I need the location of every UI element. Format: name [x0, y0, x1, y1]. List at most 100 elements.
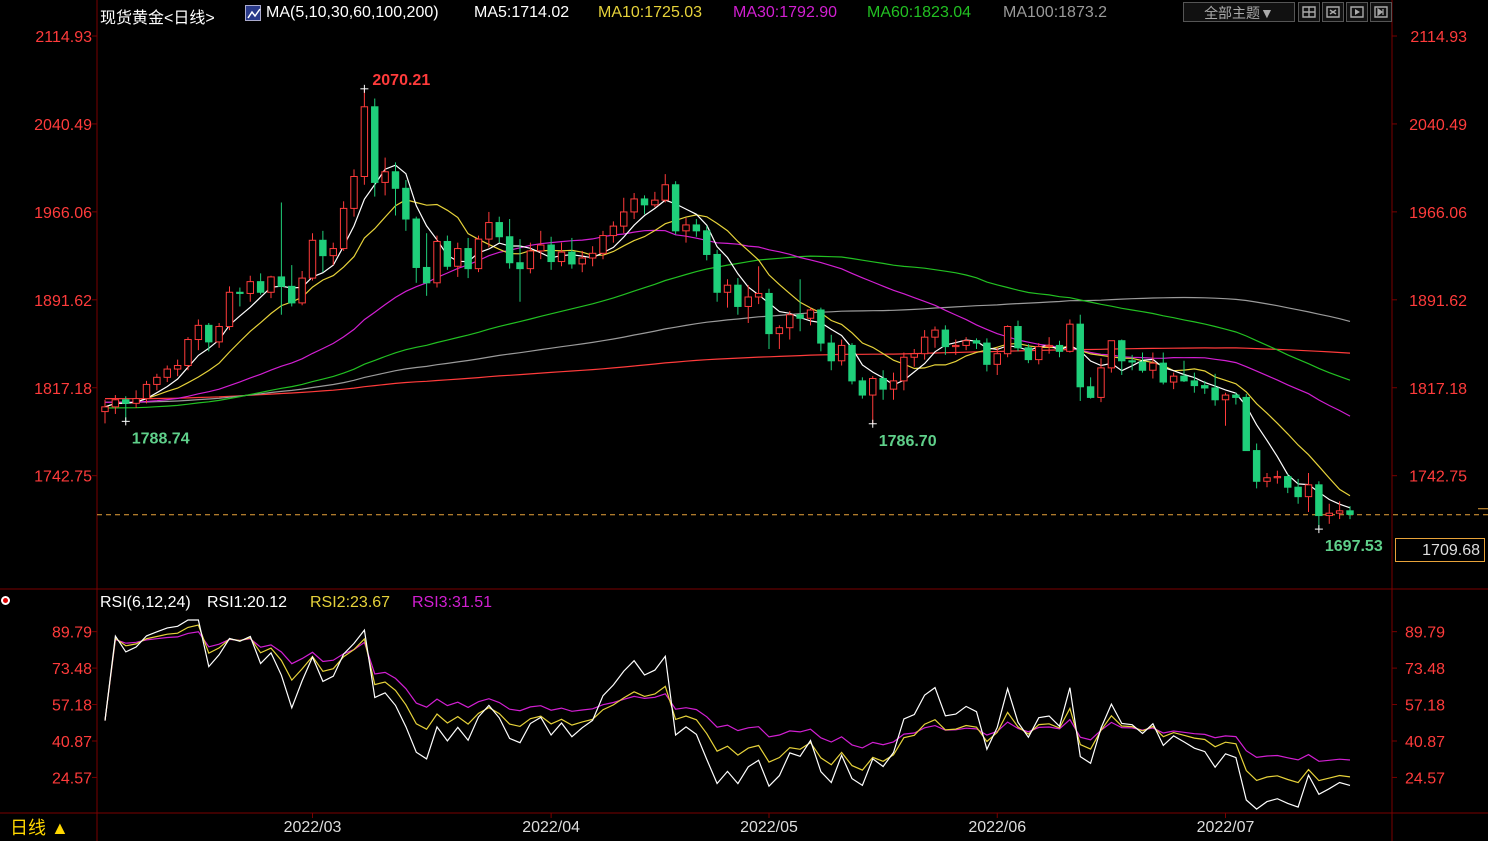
- candle: [796, 279, 804, 332]
- candle: [1346, 506, 1354, 520]
- price-tick-label-right: 1817.18: [1409, 381, 1467, 398]
- rsi1-value: RSI1:20.12: [207, 594, 288, 611]
- candle-body: [1097, 367, 1105, 398]
- ma-indicator-icon[interactable]: [245, 5, 261, 21]
- candle: [578, 250, 586, 273]
- ma100-value: MA100:1873.2: [1003, 4, 1108, 21]
- candle-body: [972, 340, 981, 344]
- candle-body: [1242, 396, 1250, 452]
- candle-body: [173, 365, 182, 370]
- candle: [671, 181, 680, 235]
- candle: [775, 325, 784, 349]
- candle: [1035, 343, 1043, 365]
- theme-dropdown[interactable]: 全部主题▼: [1183, 2, 1295, 22]
- candle-body: [464, 248, 472, 270]
- candle: [869, 376, 877, 424]
- candle-body: [516, 262, 524, 270]
- rsi1-line: [104, 619, 1351, 810]
- candle: [194, 319, 203, 351]
- candle: [1252, 443, 1261, 489]
- candle-body: [433, 240, 441, 284]
- candle-body: [1024, 347, 1033, 361]
- instrument-title[interactable]: 现货黄金<日线>: [100, 4, 215, 28]
- candle: [1169, 372, 1178, 390]
- candle-body: [1190, 380, 1199, 387]
- candle: [381, 157, 389, 196]
- candle-body: [101, 406, 109, 413]
- candle-body: [837, 344, 846, 362]
- price-tick-label-left: 1891.62: [34, 293, 92, 310]
- rsi-tick-label-right: 57.18: [1405, 698, 1445, 715]
- price-tick-label-right: 2040.49: [1409, 117, 1467, 134]
- candle: [101, 399, 109, 424]
- candle-body: [692, 224, 701, 232]
- candle: [173, 359, 182, 377]
- candle-body: [505, 236, 514, 264]
- candle-body: [1086, 386, 1095, 398]
- candle-body: [1014, 326, 1022, 349]
- candle-body: [588, 252, 597, 259]
- rsi-tick-label-left: 73.48: [52, 661, 92, 678]
- expand-icon[interactable]: [1322, 2, 1344, 22]
- candle-body: [391, 171, 400, 189]
- candle: [620, 197, 628, 234]
- candle: [443, 235, 452, 270]
- candle-body: [1159, 362, 1167, 383]
- candle-body: [1294, 486, 1302, 498]
- rsi3-value: RSI3:31.51: [412, 594, 493, 611]
- candle-body: [1221, 394, 1230, 401]
- price-tick-label-left: 1742.75: [34, 469, 92, 486]
- candle-body: [339, 207, 348, 250]
- candle-body: [1149, 362, 1157, 371]
- candle-body: [869, 378, 877, 396]
- candle: [1315, 481, 1323, 530]
- ma-label: MA(5,10,30,60,100,200): [266, 4, 439, 21]
- candle: [1273, 470, 1282, 484]
- candle-body: [599, 235, 607, 254]
- candle-body: [1107, 340, 1116, 369]
- rsi-settings-icon[interactable]: [1, 596, 10, 605]
- candle: [1325, 503, 1333, 524]
- candle: [422, 233, 431, 296]
- candle-body: [1232, 394, 1240, 398]
- candle: [1066, 319, 1074, 353]
- candle: [879, 370, 887, 400]
- next-icon[interactable]: [1370, 2, 1392, 22]
- candle: [889, 372, 898, 400]
- candle: [1076, 314, 1084, 401]
- ma-icon-glyph: [247, 8, 261, 19]
- candle: [454, 242, 462, 277]
- candle: [1149, 352, 1157, 379]
- period-button[interactable]: 日线 ▲: [0, 815, 95, 841]
- candle-body: [1315, 484, 1323, 517]
- candle-body: [1045, 344, 1053, 348]
- play-icon-glyph: [1350, 6, 1364, 18]
- candle: [962, 337, 970, 351]
- play-icon[interactable]: [1346, 2, 1368, 22]
- candle-body: [827, 342, 835, 362]
- candle: [433, 235, 441, 288]
- candle-body: [1128, 360, 1136, 363]
- candle: [464, 237, 472, 279]
- candle: [920, 330, 929, 360]
- candle: [1190, 372, 1199, 393]
- candle: [682, 217, 690, 243]
- high-annotation: 2070.21: [372, 72, 430, 89]
- candle: [661, 174, 669, 203]
- candle-body: [1138, 361, 1147, 371]
- candle-body: [931, 329, 939, 338]
- candle: [1335, 501, 1344, 520]
- rsi-tick-label-left: 24.57: [52, 770, 92, 787]
- candle: [972, 338, 981, 349]
- candle: [1107, 340, 1116, 373]
- candle-body: [1335, 510, 1344, 514]
- candle-body: [360, 106, 369, 177]
- grid-icon[interactable]: [1298, 2, 1320, 22]
- chart-canvas[interactable]: 2114.93 2114.93 2040.49 2040.49 1966.06 1966.…: [0, 0, 1488, 841]
- candle-body: [734, 284, 742, 307]
- rsi-label: RSI(6,12,24): [100, 594, 191, 611]
- rsi3-line: [104, 631, 1351, 762]
- candle: [931, 326, 939, 348]
- candle: [1045, 337, 1053, 354]
- candle: [402, 180, 410, 231]
